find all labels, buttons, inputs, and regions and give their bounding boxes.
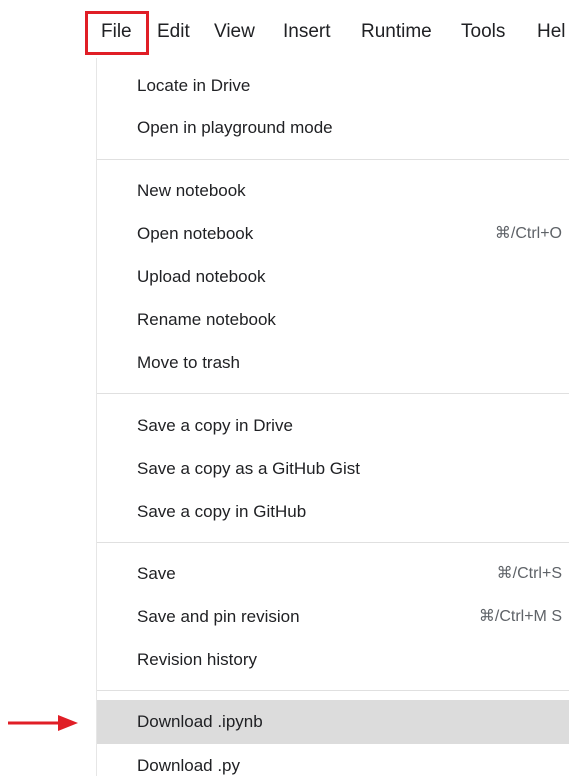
- item-label: Rename notebook: [137, 310, 276, 329]
- open-playground-item[interactable]: Open in playground mode: [97, 106, 569, 148]
- item-label: Locate in Drive: [137, 76, 251, 95]
- download-py-item[interactable]: Download .py: [97, 744, 569, 776]
- item-label: Download .ipynb: [137, 712, 263, 731]
- menu-divider: [97, 690, 569, 691]
- item-shortcut: ⌘/Ctrl+S: [496, 565, 562, 582]
- open-notebook-item[interactable]: Open notebook ⌘/Ctrl+O: [97, 212, 569, 254]
- file-menu-dropdown: Locate in Drive Open in playground mode …: [96, 58, 569, 776]
- save-pin-revision-item[interactable]: Save and pin revision ⌘/Ctrl+M S: [97, 595, 569, 637]
- menu-divider: [97, 393, 569, 394]
- upload-notebook-item[interactable]: Upload notebook: [97, 255, 569, 297]
- rename-notebook-item[interactable]: Rename notebook: [97, 298, 569, 340]
- menu-divider: [97, 542, 569, 543]
- download-ipynb-item[interactable]: Download .ipynb: [97, 700, 569, 744]
- new-notebook-item[interactable]: New notebook: [97, 169, 569, 211]
- item-label: Move to trash: [137, 353, 240, 372]
- item-label: Download .py: [137, 756, 241, 775]
- save-item[interactable]: Save ⌘/Ctrl+S: [97, 552, 569, 594]
- item-label: Save and pin revision: [137, 607, 300, 626]
- menu-runtime[interactable]: Runtime: [361, 20, 432, 44]
- red-arrow-icon: [8, 715, 78, 731]
- menu-divider: [97, 159, 569, 160]
- item-shortcut: ⌘/Ctrl+O: [494, 225, 562, 242]
- item-label: Revision history: [137, 650, 257, 669]
- item-label: New notebook: [137, 181, 246, 200]
- item-label: Save a copy in Drive: [137, 416, 293, 435]
- item-label: Save: [137, 564, 176, 583]
- save-copy-gist-item[interactable]: Save a copy as a GitHub Gist: [97, 447, 569, 489]
- menu-help[interactable]: Hel: [537, 20, 566, 44]
- save-copy-github-item[interactable]: Save a copy in GitHub: [97, 490, 569, 532]
- locate-in-drive-item[interactable]: Locate in Drive: [97, 64, 569, 106]
- save-copy-drive-item[interactable]: Save a copy in Drive: [97, 404, 569, 446]
- file-highlight-box: [85, 11, 149, 55]
- menu-view[interactable]: View: [214, 20, 255, 44]
- menu-tools[interactable]: Tools: [461, 20, 505, 44]
- item-label: Open notebook: [137, 224, 254, 243]
- item-shortcut: ⌘/Ctrl+M S: [478, 608, 562, 625]
- move-to-trash-item[interactable]: Move to trash: [97, 341, 569, 383]
- revision-history-item[interactable]: Revision history: [97, 638, 569, 680]
- item-label: Save a copy as a GitHub Gist: [137, 459, 360, 478]
- menu-edit[interactable]: Edit: [157, 20, 190, 44]
- item-label: Open in playground mode: [137, 118, 333, 137]
- item-label: Upload notebook: [137, 267, 266, 286]
- item-label: Save a copy in GitHub: [137, 502, 307, 521]
- menu-insert[interactable]: Insert: [283, 20, 331, 44]
